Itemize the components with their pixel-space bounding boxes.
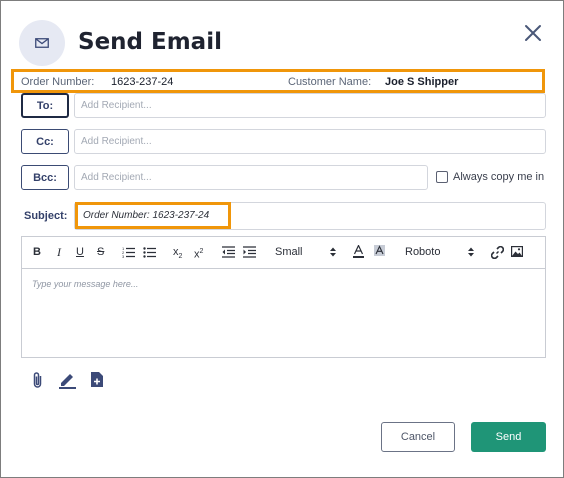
font-size-value: Small [275,246,303,258]
editor-toolbar: B I U S 123 x2 x2 Small Roboto [22,237,545,269]
add-document-icon[interactable] [90,371,108,389]
font-family-value: Roboto [405,246,441,258]
send-email-dialog: Send Email Order Number: 1623-237-24 Cus… [0,0,564,478]
subject-value[interactable]: Order Number: 1623-237-24 [75,202,231,229]
underline-button[interactable]: U [76,244,84,260]
superscript-button[interactable]: x2 [194,244,203,263]
order-number-label: Order Number: [21,76,95,88]
bold-button[interactable]: B [33,244,41,260]
always-copy-checkbox[interactable] [436,171,448,183]
strikethrough-button[interactable]: S [97,244,104,260]
envelope-icon [19,20,65,66]
image-icon[interactable] [511,246,524,262]
font-size-select[interactable]: Small [275,244,303,260]
link-icon[interactable] [490,245,505,264]
ordered-list-icon[interactable]: 123 [122,246,136,263]
font-color-icon[interactable] [353,244,364,263]
message-editor: B I U S 123 x2 x2 Small Roboto Type your… [21,236,546,358]
always-copy-label: Always copy me in [453,171,545,183]
bcc-button[interactable]: Bcc: [21,165,69,190]
cancel-button[interactable]: Cancel [381,422,455,452]
bullet-list-icon[interactable] [143,246,157,263]
subscript-button[interactable]: x2 [173,244,182,265]
to-input[interactable]: Add Recipient... [74,93,546,118]
font-family-select[interactable]: Roboto [405,244,440,260]
order-info-bar: Order Number: 1623-237-24 Customer Name:… [11,69,545,93]
subject-label: Subject: [24,210,68,222]
svg-text:3: 3 [122,254,125,258]
highlight-icon[interactable] [374,245,385,263]
cc-input[interactable]: Add Recipient... [74,129,546,154]
message-body-input[interactable]: Type your message here... [22,269,545,299]
dialog-title: Send Email [78,29,222,55]
close-icon[interactable] [521,21,545,45]
send-button[interactable]: Send [471,422,546,452]
italic-button[interactable]: I [57,244,61,260]
order-number-value: 1623-237-24 [111,76,174,88]
customer-name-label: Customer Name: [288,76,372,88]
cc-button[interactable]: Cc: [21,129,69,154]
outdent-icon[interactable] [222,246,235,263]
customer-name-value: Joe S Shipper [385,76,459,88]
to-button[interactable]: To: [21,93,69,118]
font-dropdown-icon[interactable] [468,246,474,262]
size-dropdown-icon[interactable] [330,246,336,262]
bcc-input[interactable]: Add Recipient... [74,165,428,190]
paperclip-icon[interactable] [31,371,49,389]
pen-icon[interactable] [58,371,76,389]
indent-icon[interactable] [243,246,256,263]
